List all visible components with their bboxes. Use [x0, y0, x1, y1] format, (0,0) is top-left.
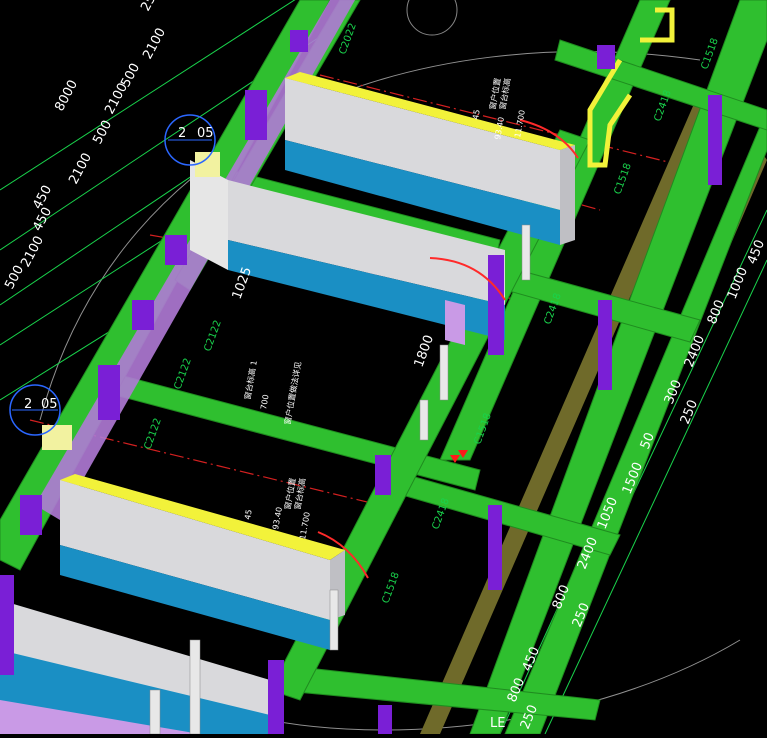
dim-450-b: 450 [30, 205, 55, 234]
cad-3d-viewport[interactable]: 2 05 2 05 25 2100 8000 500 2100 500 2100… [0, 0, 767, 735]
dim-8000: 8000 [52, 78, 81, 114]
section-bubble-top: 2 [178, 126, 186, 141]
level-label: 45 [243, 509, 254, 521]
level-label: 45 [471, 109, 482, 121]
dim-1800: 1800 [412, 333, 437, 369]
dim-500-b: 500 [90, 118, 115, 147]
dimension-text-left: 25 2100 8000 500 2100 500 2100 450 450 2… [2, 0, 169, 292]
window-tag: C1518 [612, 162, 633, 196]
note: 窗台标高 1 [242, 360, 259, 401]
dim-500-c: 500 [2, 263, 27, 292]
window-tag: C2122 [202, 319, 223, 353]
level-label: 11.700 [298, 511, 312, 540]
dim-2100-a: 2100 [140, 26, 169, 62]
section-bubble-bottom: 05 [197, 126, 214, 141]
dim-2100-c: 2100 [66, 151, 95, 187]
dim-2100-d: 2100 [18, 234, 47, 270]
dim-2100-b: 2100 [102, 81, 131, 117]
window-tag: C2122 [172, 357, 193, 391]
dim-25: 25 [138, 0, 159, 14]
section-bubble-2[interactable]: 2 05 [9, 384, 61, 436]
section-bubble-top: 2 [24, 397, 32, 412]
window-tag: C2418 [652, 89, 673, 123]
dim-700: 700 [259, 394, 271, 411]
note: 窗户位置做法详见 [282, 361, 303, 426]
window-tag: C1518 [380, 571, 401, 605]
dim-r-250: 250 [678, 398, 701, 427]
dim-r-1000: 1000 [725, 265, 751, 301]
section-bubble-bottom: 05 [41, 397, 58, 412]
section-bubble-1[interactable]: 2 05 [164, 114, 216, 166]
corner-label: LE [490, 716, 505, 731]
model-canvas[interactable]: 2 05 2 05 25 2100 8000 500 2100 500 2100… [0, 0, 767, 735]
window-tag: C2122 [142, 417, 163, 451]
dim-r-450: 450 [745, 238, 767, 267]
level-label: 93.40 [271, 506, 284, 530]
